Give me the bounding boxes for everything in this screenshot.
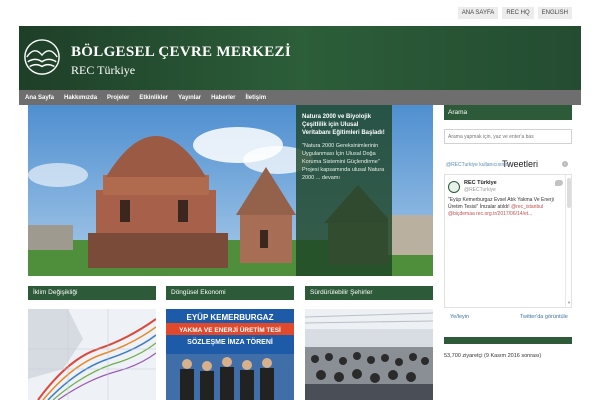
visitor-counter: 53,700 ziyaretçi (9 Kasım 2016 sonrası) — [444, 353, 542, 359]
twitter-title: Tweetleri — [502, 159, 539, 169]
timeline-scrollbar[interactable]: ▼ — [565, 175, 572, 307]
category-sustainable-cities[interactable]: Sürdürülebilir Şehirler — [305, 286, 433, 300]
tweet-author-handle[interactable]: @RECTurkiye — [464, 187, 496, 193]
signing-ceremony-image[interactable]: EYÜP KEMERBURGAZ YAKMA VE ENERJİ ÜRETİM … — [166, 309, 294, 400]
slide-excerpt: "Natura 2000 Gereksinimlerinin Uygulanma… — [302, 143, 385, 181]
slide-title[interactable]: Natura 2000 ve Biyolojik Çeşitlilik için… — [302, 113, 386, 137]
twitter-view-link[interactable]: Twitter'da görüntüle — [520, 314, 568, 320]
top-link-english[interactable]: ENGLISH — [537, 7, 572, 19]
avatar[interactable] — [448, 181, 460, 193]
scroll-down-icon[interactable]: ▼ — [567, 300, 571, 305]
rec-logo-icon[interactable] — [23, 38, 61, 76]
top-bar: ANA SAYFA REC HQ ENGLISH — [0, 0, 600, 26]
category-climate-change[interactable]: İklim Değişikliği — [28, 286, 156, 300]
twitter-timeline[interactable]: REC Türkiye @RECTurkiye "Eyüp Kemerburga… — [444, 174, 572, 308]
tweet-author-name[interactable]: REC Türkiye — [464, 180, 497, 186]
nav-item-about[interactable]: Hakkımızda — [64, 95, 97, 101]
conference-image[interactable] — [305, 309, 433, 400]
twitter-bird-icon — [555, 180, 563, 186]
banner-line-1: EYÜP KEMERBURGAZ — [187, 313, 274, 322]
nav-item-news[interactable]: Haberler — [211, 95, 235, 101]
top-links: ANA SAYFA REC HQ ENGLISH — [457, 7, 572, 19]
twitter-user-line[interactable]: @RECTurkiye kullanıcısının — [446, 162, 508, 168]
scrollbar-thumb[interactable] — [567, 178, 571, 208]
nav-item-events[interactable]: Etkinlikler — [139, 95, 168, 101]
nav-item-contact[interactable]: İletişim — [245, 95, 266, 101]
top-link-home[interactable]: ANA SAYFA — [457, 7, 499, 19]
twitter-follow-link[interactable]: Ye/leyin — [450, 314, 469, 320]
main-nav: Ana Sayfa Hakkımızda Projeler Etkinlikle… — [19, 90, 581, 105]
banner-line-2: YAKMA VE ENERJİ ÜRETİM TESİ — [179, 325, 281, 334]
climate-map-image[interactable] — [28, 309, 156, 400]
brand-title[interactable]: BÖLGESEL ÇEVRE MERKEZİ — [71, 44, 291, 61]
nav-item-publications[interactable]: Yayınlar — [178, 95, 201, 101]
tweet-text: "Eyüp Kemerburgaz Evsel Atık Yakma Ve En… — [448, 197, 562, 218]
search-input[interactable] — [444, 129, 572, 144]
site-header: BÖLGESEL ÇEVRE MERKEZİ REC Türkiye — [19, 26, 581, 90]
top-link-rec-hq[interactable]: REC HQ — [502, 7, 534, 19]
info-icon[interactable]: i — [562, 161, 568, 167]
search-title: Arama — [444, 105, 572, 120]
brand-subtitle[interactable]: REC Türkiye — [71, 63, 135, 78]
nav-item-projects[interactable]: Projeler — [107, 95, 129, 101]
banner-line-3: SÖZLEŞME İMZA TÖRENİ — [187, 337, 273, 346]
category-circular-economy[interactable]: Döngüsel Ekonomi — [166, 286, 294, 300]
slide-caption[interactable]: Natura 2000 ve Biyolojik Çeşitlilik için… — [296, 105, 392, 276]
nav-item-home[interactable]: Ana Sayfa — [25, 95, 54, 101]
sidebar: Arama — [444, 105, 572, 144]
twitter-header: @RECTurkiye kullanıcısının Tweetleri i — [444, 158, 572, 172]
sidebar-section-header — [444, 337, 572, 344]
